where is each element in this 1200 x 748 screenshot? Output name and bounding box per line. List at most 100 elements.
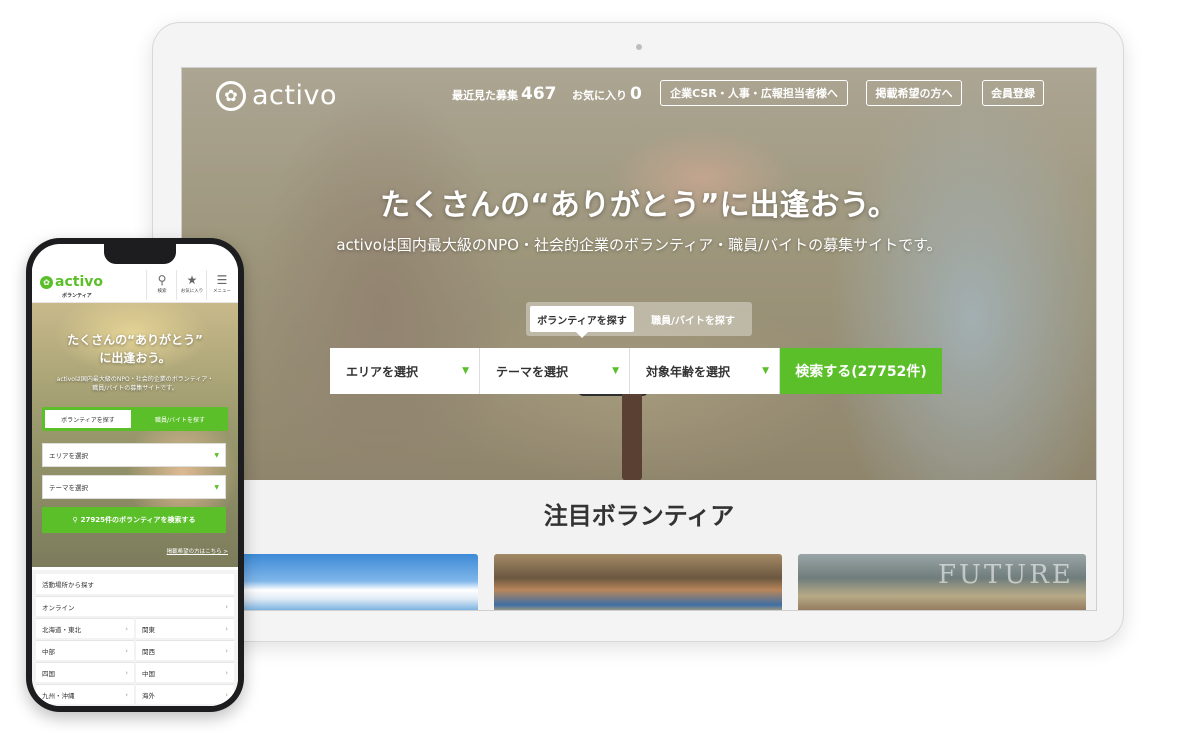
chevron-right-icon: ›: [125, 624, 128, 633]
favorites-link[interactable]: お気に入り 0: [572, 84, 642, 104]
chevron-down-icon: ▼: [214, 451, 219, 459]
mobile-tab-staff[interactable]: 職員/バイトを探す: [136, 410, 224, 428]
chevron-down-icon: ▼: [214, 483, 219, 491]
hero-subtitle: activoは国内最大級のNPO・社会的企業のボランティア・職員/バイトの募集サ…: [336, 236, 942, 254]
top-nav: ✿ activo 最近見た募集 467 お気に入り 0 企業CSR・人事・広報担当者…: [182, 68, 1096, 124]
signup-button[interactable]: 会員登録: [982, 80, 1044, 106]
phone-frame: ✿ activo ボランティア ⚲ 検索 ★ お気に入り ☰ メニュー たくさん…: [26, 238, 244, 712]
site-logo[interactable]: ✿ activo: [216, 80, 337, 111]
chevron-right-icon: ›: [225, 602, 228, 611]
recent-label: 最近見た募集: [452, 89, 518, 102]
chevron-down-icon: ▼: [762, 366, 769, 376]
location-online[interactable]: オンライン ›: [36, 596, 234, 616]
mobile-search-tabs: ボランティアを探す 職員/バイトを探す: [42, 407, 228, 431]
featured-card-classroom[interactable]: FUTURE: [798, 554, 1086, 610]
region-label: 中部: [42, 647, 55, 656]
featured-card-children[interactable]: [494, 554, 782, 610]
location-region[interactable]: 四国 ›: [36, 662, 134, 682]
logo-text: activo: [252, 80, 337, 111]
recent-count: 467: [521, 84, 557, 104]
mobile-hero-title: たくさんの“ありがとう” に出逢おう。: [32, 331, 238, 367]
tab-volunteer[interactable]: ボランティアを探す: [530, 306, 634, 338]
mobile-search-label: 検索: [157, 289, 167, 294]
featured-heading: 注目ボランティア: [543, 502, 735, 530]
hero-title: たくさんの“ありがとう”に出逢おう。: [380, 188, 898, 223]
activo-logo-icon: ✿: [40, 275, 53, 289]
area-select-label: エリアを選択: [346, 364, 419, 379]
location-region[interactable]: 中部 ›: [36, 640, 134, 660]
phone-notch: [104, 244, 176, 264]
mobile-menu-label: メニュー: [213, 289, 231, 294]
mobile-area-select[interactable]: エリアを選択 ▼: [42, 443, 226, 467]
mobile-search-button-label: 27925件のボランティアを検索する: [80, 516, 196, 524]
chevron-right-icon: ›: [125, 646, 128, 655]
region-label: 四国: [42, 669, 55, 678]
mobile-tab-volunteer[interactable]: ボランティアを探す: [45, 410, 131, 428]
mobile-hero: たくさんの“ありがとう” に出逢おう。 activoは国内最大級のNPO・社会的…: [32, 303, 238, 567]
location-region[interactable]: 九州・沖縄 ›: [36, 684, 134, 704]
location-region[interactable]: 関東 ›: [136, 618, 234, 638]
location-list: 活動場所から探す オンライン › 北海道・東北 › 関東 › 中部 › 関西 › 四国 ›…: [32, 570, 238, 706]
favorites-count: 0: [630, 84, 642, 104]
chevron-right-icon: ›: [225, 690, 228, 699]
laptop-frame: ✿ activo 最近見た募集 467 お気に入り 0 企業CSR・人事・広報担当者…: [152, 22, 1124, 642]
age-select-label: 対象年齢を選択: [646, 364, 731, 379]
location-region[interactable]: 関西 ›: [136, 640, 234, 660]
chevron-right-icon: ›: [225, 668, 228, 677]
region-label: 関東: [142, 625, 155, 634]
tab-staff[interactable]: 職員/バイトを探す: [640, 306, 746, 332]
location-online-label: オンライン: [42, 603, 75, 612]
mobile-screen: ✿ activo ボランティア ⚲ 検索 ★ お気に入り ☰ メニュー たくさん…: [32, 244, 238, 706]
location-region[interactable]: 中国 ›: [136, 662, 234, 682]
search-icon: ⚲: [157, 273, 167, 287]
mobile-hero-title-line1: たくさんの“ありがとう”: [67, 333, 203, 347]
chevron-right-icon: ›: [125, 668, 128, 677]
desktop-screen: ✿ activo 最近見た募集 467 お気に入り 0 企業CSR・人事・広報担当者…: [181, 67, 1097, 611]
chevron-right-icon: ›: [125, 690, 128, 699]
mobile-logo-sub: ボランティア: [62, 293, 92, 299]
mobile-logo[interactable]: ✿ activo: [40, 274, 103, 290]
mobile-search-button-main[interactable]: ⚲ 27925件のボランティアを検索する: [42, 507, 226, 533]
age-select[interactable]: 対象年齢を選択 ▼: [630, 348, 780, 394]
listing-button[interactable]: 掲載希望の方へ: [866, 80, 962, 106]
region-label: 中国: [142, 669, 155, 678]
mobile-listing-link[interactable]: 掲載希望の方はこちら >: [167, 547, 228, 555]
region-label: 九州・沖縄: [42, 691, 75, 700]
location-region[interactable]: 北海道・東北 ›: [36, 618, 134, 638]
region-label: 北海道・東北: [42, 625, 81, 634]
mobile-favorites-label: お気に入り: [180, 289, 204, 294]
mobile-search-button[interactable]: ⚲ 検索: [146, 270, 177, 300]
mobile-theme-select[interactable]: テーマを選択 ▼: [42, 475, 226, 499]
camera-dot: [636, 44, 642, 50]
mobile-area-label: エリアを選択: [49, 452, 88, 460]
menu-icon: ☰: [216, 273, 228, 287]
star-icon: ★: [186, 273, 198, 287]
chevron-down-icon: ▼: [612, 366, 619, 376]
theme-select[interactable]: テーマを選択 ▼: [480, 348, 630, 394]
mobile-header: ✿ activo ボランティア ⚲ 検索 ★ お気に入り ☰ メニュー: [32, 266, 238, 303]
hero-section: ✿ activo 最近見た募集 467 お気に入り 0 企業CSR・人事・広報担当者…: [182, 68, 1096, 480]
mobile-hero-subtitle: activoは国内最大級のNPO・社会的企業のボランティア・職員/バイトの募集サ…: [56, 376, 214, 392]
mobile-logo-text: activo: [55, 274, 103, 290]
activo-logo-icon: ✿: [216, 80, 246, 111]
search-tabs: ボランティアを探す 職員/バイトを探す: [526, 302, 752, 338]
chevron-right-icon: ›: [225, 646, 228, 655]
recent-viewed-link[interactable]: 最近見た募集 467: [452, 84, 557, 104]
area-select[interactable]: エリアを選択 ▼: [330, 348, 480, 394]
favorites-label: お気に入り: [572, 89, 627, 102]
region-label: 海外: [142, 691, 155, 700]
search-bar: エリアを選択 ▼ テーマを選択 ▼ 対象年齢を選択 ▼ 検索する(27752件): [330, 348, 942, 394]
mobile-theme-label: テーマを選択: [49, 484, 88, 492]
search-icon: ⚲: [72, 516, 78, 524]
theme-select-label: テーマを選択: [496, 364, 569, 379]
location-list-header: 活動場所から探す: [36, 574, 234, 594]
search-button[interactable]: 検索する(27752件): [780, 348, 942, 394]
chevron-right-icon: ›: [225, 624, 228, 633]
chevron-down-icon: ▼: [462, 366, 469, 376]
corporate-button[interactable]: 企業CSR・人事・広報担当者様へ: [660, 80, 848, 106]
location-region[interactable]: 海外 ›: [136, 684, 234, 704]
region-label: 関西: [142, 647, 155, 656]
mobile-menu-button[interactable]: ☰ メニュー: [206, 270, 237, 300]
mobile-favorites-button[interactable]: ★ お気に入り: [176, 270, 207, 300]
mobile-hero-title-line2: に出逢おう。: [99, 351, 171, 365]
